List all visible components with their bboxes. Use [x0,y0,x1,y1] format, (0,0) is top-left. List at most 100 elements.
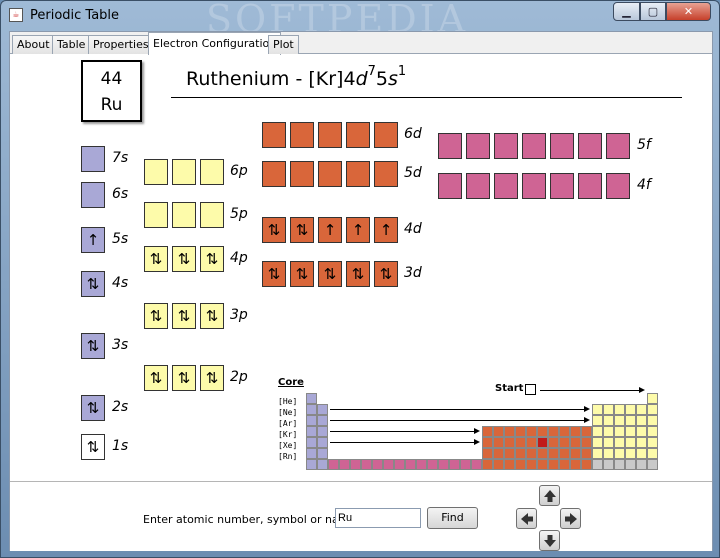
tab-about[interactable]: About [12,35,55,54]
mini-table-cell [614,448,625,459]
orbital-label-3s: 3s [112,337,129,353]
orbital-box-4d: ↑ [346,217,370,243]
orbital-box-4f [606,173,630,199]
core-label: Core [278,377,304,388]
orbital-box-3p: ⇅ [172,303,196,329]
arrow-up-icon [544,490,556,502]
element-symbol: Ru [100,95,123,115]
orbital-label-5p: 5p [230,206,248,222]
orbital-label-7s: 7s [112,150,129,166]
mini-table-cell [570,426,581,437]
core-row-rn: [Rn] [278,452,298,461]
orbital-box-4f [466,173,490,199]
mini-table-cell [559,459,570,470]
orbital-box-4s: ⇅ [81,271,105,297]
mini-table-cell [526,448,537,459]
mini-table-cell [306,404,317,415]
core-row-ne: [Ne] [278,408,298,417]
orbital-box-5p [172,202,196,228]
arrow-left-icon [521,513,533,525]
search-input[interactable] [335,508,421,528]
mini-table-cell [493,459,504,470]
start-marker [525,384,536,395]
orbital-label-6d: 6d [404,126,422,142]
mini-table-cell [625,437,636,448]
mini-table-cell [416,459,427,470]
orbital-box-6d [318,122,342,148]
mini-table-cell [306,448,317,459]
core-arrow [330,428,480,434]
orbital-box-3s: ⇅ [81,333,105,359]
orbital-label-1s: 1s [112,438,129,454]
close-button[interactable]: ✕ [666,2,711,21]
mini-table-cell [581,459,592,470]
orbital-label-3p: 3p [230,307,248,323]
maximize-button[interactable]: ▢ [640,2,666,21]
mini-table-cell [636,426,647,437]
mini-table-cell [493,448,504,459]
orbital-label-2p: 2p [230,369,248,385]
nav-up-button[interactable] [539,485,560,506]
orbital-box-4f [550,173,574,199]
orbital-box-6p [172,159,196,185]
nav-left-button[interactable] [516,508,537,529]
mini-table-cell [603,437,614,448]
orbital-box-6s [81,182,105,208]
tab-table[interactable]: Table [52,35,91,54]
mini-table-cell [592,437,603,448]
orbital-box-5s: ↑ [81,227,105,253]
mini-table-cell [636,448,647,459]
orbital-label-3d: 3d [404,265,422,281]
orbital-label-2s: 2s [112,399,129,415]
mini-table-cell [306,437,317,448]
mini-table-cell [482,448,493,459]
orbital-box-6d [374,122,398,148]
orbital-box-3p: ⇅ [200,303,224,329]
orbital-box-4p: ⇅ [144,246,168,272]
search-prompt: Enter atomic number, symbol or name: [143,513,360,526]
title-shell-5: 5 [375,68,388,90]
find-button[interactable]: Find [427,507,478,529]
core-arrow [330,439,480,445]
orbital-box-4d: ↑ [374,217,398,243]
mini-table-cell [405,459,416,470]
orbital-box-5d [318,161,342,187]
mini-table-cell [603,404,614,415]
nav-right-button[interactable] [560,508,581,529]
mini-table-cell [625,426,636,437]
tab-bar: About Table Properties Electron Configur… [10,32,712,55]
mini-table-cell [647,459,658,470]
orbital-box-5f [550,133,574,159]
mini-table-cell [537,426,548,437]
arrow-down-icon [544,535,556,547]
core-row-xe: [Xe] [278,441,298,450]
orbital-box-4d: ↑ [318,217,342,243]
tab-plot[interactable]: Plot [268,35,299,54]
mini-table-cell [592,448,603,459]
mini-table-cell [493,426,504,437]
minimize-button[interactable]: ▁ [613,2,640,21]
mini-table-cell [625,404,636,415]
tab-electron-configuration[interactable]: Electron Configuration [148,32,282,55]
mini-table-cell [603,426,614,437]
orbital-label-4d: 4d [404,221,422,237]
mini-table-cell [482,459,493,470]
orbital-box-6p [200,159,224,185]
orbital-box-7s [81,146,105,172]
mini-table-cell [603,415,614,426]
orbital-box-3d: ⇅ [374,261,398,287]
mini-table-cell [614,459,625,470]
mini-table-cell [625,448,636,459]
orbital-box-3d: ⇅ [346,261,370,287]
tab-properties[interactable]: Properties [88,35,154,54]
orbital-box-6d [262,122,286,148]
mini-table-cell [306,415,317,426]
mini-table-cell [548,448,559,459]
title-bar: ☕ Periodic Table SOFTPEDIA ▁ ▢ ✕ [1,0,719,41]
orbital-label-5f: 5f [637,137,651,153]
orbital-box-6p [144,159,168,185]
mini-table-cell [548,459,559,470]
java-app-icon: ☕ [9,8,23,22]
atomic-number: 44 [100,69,123,89]
nav-down-button[interactable] [539,530,560,551]
